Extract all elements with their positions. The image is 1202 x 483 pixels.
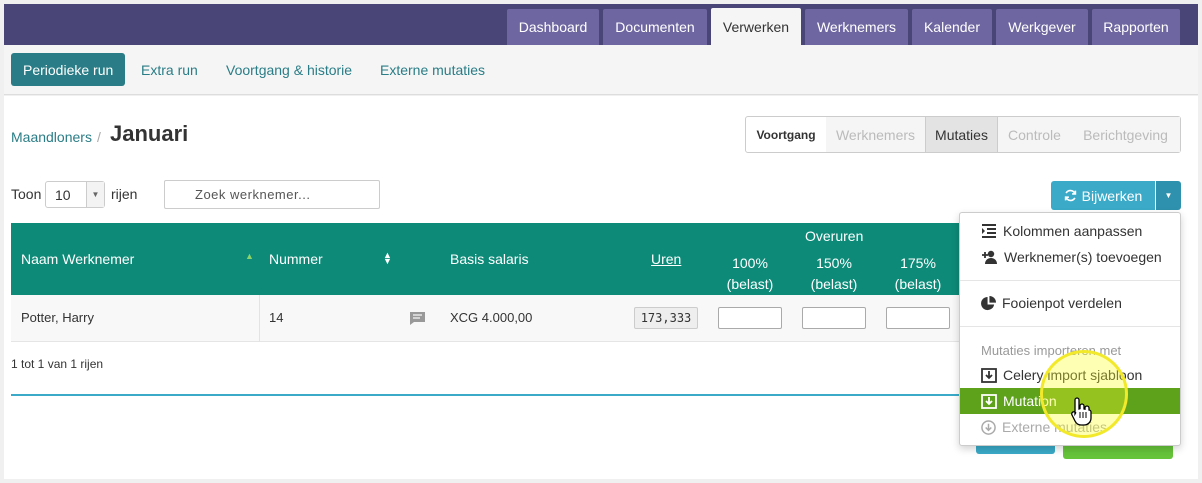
- tab-verwerken[interactable]: Verwerken: [711, 8, 801, 45]
- update-button-label: Bijwerken: [1081, 187, 1143, 204]
- overtime-175-input[interactable]: [886, 307, 950, 329]
- update-button[interactable]: Bijwerken: [1051, 181, 1155, 210]
- hand-cursor-icon: [1071, 397, 1092, 426]
- menu-item-label: Fooienpot verdelen: [1002, 295, 1122, 311]
- page-size-select[interactable]: 10 ▼: [45, 181, 105, 208]
- top-navigation: Dashboard Documenten Verwerken Werknemer…: [4, 4, 1198, 45]
- menu-item-fooienpot-verdelen[interactable]: Fooienpot verdelen: [960, 290, 1180, 316]
- column-overtime-100: 100% (belast): [726, 255, 774, 292]
- menu-item-label: Kolommen aanpassen: [1003, 223, 1143, 239]
- table-header: Naam Werknemer ▲ Nummer ▲ ▼ Basis salaris…: [11, 223, 962, 295]
- subnav-externe-mutaties[interactable]: Externe mutaties: [380, 53, 485, 86]
- page-size-value: 10: [55, 186, 71, 203]
- column-name[interactable]: Naam Werknemer: [21, 251, 134, 267]
- chevron-down-icon: ▼: [86, 182, 104, 207]
- comment-icon[interactable]: [409, 311, 426, 326]
- caret-down-icon: ▼: [1164, 191, 1173, 200]
- column-overtime-175: 175% (belast): [894, 255, 942, 292]
- cell-employee-name[interactable]: Potter, Harry: [21, 310, 94, 325]
- step-werknemers: Werknemers: [826, 117, 925, 152]
- subnav-periodieke-run[interactable]: Periodieke run: [11, 53, 126, 86]
- pie-chart-icon: [981, 295, 996, 310]
- column-hours[interactable]: Uren: [651, 251, 681, 267]
- download-box-icon: [981, 393, 997, 409]
- menu-item-werknemers-toevoegen[interactable]: Werknemer(s) toevoegen: [960, 244, 1180, 270]
- cell-employee-number: 14: [269, 310, 284, 325]
- table-row: Potter, Harry 14 XCG 4.000,00 173,333: [11, 295, 962, 342]
- rows-label: rijen: [111, 186, 138, 202]
- download-box-icon: [981, 367, 997, 383]
- menu-item-label: Werknemer(s) toevoegen: [1004, 249, 1162, 265]
- menu-divider: [960, 280, 1180, 281]
- column-number[interactable]: Nummer: [269, 251, 323, 267]
- menu-divider: [960, 326, 1180, 327]
- step-berichtgeving: Berichtgeving: [1071, 117, 1180, 152]
- download-circle-icon: [981, 419, 996, 435]
- step-controle: Controle: [998, 117, 1071, 152]
- breadcrumb-separator: /: [97, 129, 101, 145]
- subnav-extra-run[interactable]: Extra run: [141, 53, 198, 86]
- column-divider: [259, 295, 260, 342]
- menu-item-kolommen-aanpassen[interactable]: Kolommen aanpassen: [960, 218, 1180, 244]
- overtime-150-input[interactable]: [802, 307, 866, 329]
- user-plus-icon: [982, 250, 997, 264]
- tab-rapporten[interactable]: Rapporten: [1092, 9, 1180, 45]
- pagination-info: 1 tot 1 van 1 rijen: [11, 357, 104, 371]
- columns-indent-icon: [982, 224, 996, 238]
- overtime-100-input[interactable]: [718, 307, 782, 329]
- search-employee-input[interactable]: [164, 180, 380, 209]
- column-base-salary: Basis salaris: [450, 251, 529, 267]
- show-label: Toon: [11, 186, 42, 202]
- tab-werknemers[interactable]: Werknemers: [805, 9, 908, 45]
- tab-dashboard[interactable]: Dashboard: [507, 9, 599, 45]
- page-title: Januari: [110, 121, 189, 146]
- update-dropdown-toggle[interactable]: ▼: [1156, 181, 1181, 210]
- cell-hours: 173,333: [634, 307, 698, 329]
- column-group-overtime: Overuren: [805, 228, 864, 244]
- sub-navigation: Periodieke run Extra run Voortgang & his…: [4, 45, 1198, 95]
- sort-icon[interactable]: ▲ ▼: [383, 251, 392, 266]
- refresh-icon: [1064, 189, 1076, 202]
- tab-kalender[interactable]: Kalender: [912, 9, 992, 45]
- step-voortgang[interactable]: Voortgang: [746, 117, 826, 152]
- step-mutaties[interactable]: Mutaties: [925, 117, 998, 152]
- column-overtime-150: 150% (belast): [810, 255, 858, 292]
- progress-steps: Voortgang Werknemers Mutaties Controle B…: [745, 116, 1181, 153]
- breadcrumb-maandloners[interactable]: Maandloners: [11, 129, 92, 145]
- tab-documenten[interactable]: Documenten: [603, 9, 707, 45]
- tab-werkgever[interactable]: Werkgever: [996, 9, 1088, 45]
- table-footer-line: [11, 394, 962, 396]
- subnav-voortgang-historie[interactable]: Voortgang & historie: [226, 53, 352, 86]
- sort-ascending-icon[interactable]: ▲: [245, 251, 254, 261]
- cell-base-salary: XCG 4.000,00: [450, 310, 533, 325]
